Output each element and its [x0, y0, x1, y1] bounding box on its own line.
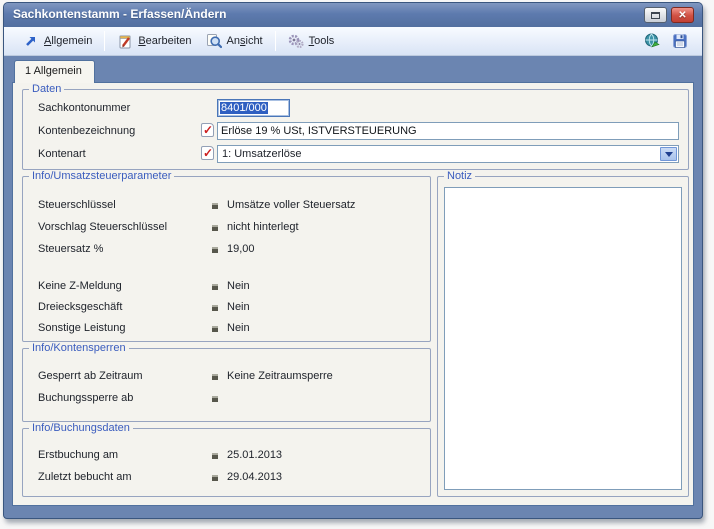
- toolbar: Allgemein Bearbeiten Ansicht Tools: [4, 27, 702, 56]
- info-label: Sonstige Leistung: [38, 322, 126, 334]
- info-value: Keine Zeitraumsperre: [227, 370, 333, 382]
- chevron-down-icon: [664, 151, 673, 157]
- magnifier-icon: [206, 33, 222, 49]
- menu-allgemein[interactable]: Allgemein: [16, 30, 99, 52]
- selected-text: 8401/000: [220, 102, 268, 114]
- info-label: Erstbuchung am: [38, 449, 119, 461]
- group-buchung-title: Info/Buchungsdaten: [29, 422, 133, 434]
- window-title: Sachkontenstamm - Erfassen/Ändern: [13, 7, 227, 21]
- bullet-icon: [212, 453, 218, 459]
- group-notiz: Notiz: [437, 170, 689, 497]
- info-value: Nein: [227, 301, 250, 313]
- info-label: Dreiecksgeschäft: [38, 301, 123, 313]
- info-label: Keine Z-Meldung: [38, 280, 122, 292]
- bullet-icon: [212, 203, 218, 209]
- menu-ansicht[interactable]: Ansicht: [199, 30, 270, 52]
- group-sperren-title: Info/Kontensperren: [29, 342, 129, 354]
- group-daten: Daten Sachkontonummer 8401/000 Kontenbez…: [22, 83, 689, 170]
- info-value: 29.04.2013: [227, 471, 283, 483]
- label-kontenbezeichnung: Kontenbezeichnung: [38, 125, 136, 137]
- info-label: Steuersatz %: [38, 243, 104, 255]
- close-icon: ✕: [678, 9, 687, 21]
- bullet-icon: [212, 396, 218, 402]
- bullet-icon: [212, 247, 218, 253]
- restore-icon: [651, 11, 660, 19]
- menu-bearbeiten[interactable]: Bearbeiten: [110, 30, 198, 52]
- label-kontenart: Kontenart: [38, 148, 86, 160]
- content-panel: Daten Sachkontonummer 8401/000 Kontenbez…: [12, 82, 694, 506]
- info-label: Gesperrt ab Zeitraum: [38, 370, 143, 382]
- close-button[interactable]: ✕: [671, 7, 694, 23]
- kontenart-dropdown[interactable]: 1: Umsatzerlöse: [217, 145, 679, 163]
- bullet-icon: [212, 374, 218, 380]
- label-sachkontonummer: Sachkontonummer: [38, 102, 131, 114]
- arrow-ne-icon: [23, 33, 39, 49]
- group-ust-title: Info/Umsatzsteuerparameter: [29, 170, 175, 182]
- app-window: Sachkontenstamm - Erfassen/Ändern ✕ Allg…: [3, 2, 703, 519]
- group-umsatzsteuerparameter: Info/Umsatzsteuerparameter Steuerschlüss…: [22, 170, 431, 342]
- group-buchungsdaten: Info/Buchungsdaten Erstbuchung am 25.01.…: [22, 422, 431, 497]
- kontenart-value: 1: Umsatzerlöse: [222, 148, 302, 160]
- info-value: Umsätze voller Steuersatz: [227, 199, 356, 211]
- kontenbezeichnung-input[interactable]: [217, 122, 679, 140]
- group-kontensperren: Info/Kontensperren Gesperrt ab Zeitraum …: [22, 342, 431, 422]
- bullet-icon: [212, 305, 218, 311]
- bullet-icon: [212, 475, 218, 481]
- bullet-icon: [212, 225, 218, 231]
- checkmark-icon[interactable]: [201, 123, 214, 137]
- toolbar-separator: [274, 31, 276, 51]
- notiz-textarea[interactable]: [444, 187, 682, 490]
- checkmark-icon[interactable]: [201, 146, 214, 160]
- info-label: Vorschlag Steuerschlüssel: [38, 221, 168, 233]
- info-value: nicht hinterlegt: [227, 221, 299, 233]
- info-label: Steuerschlüssel: [38, 199, 116, 211]
- toolbar-separator: [104, 31, 106, 51]
- menu-tools[interactable]: Tools: [281, 30, 342, 52]
- gears-icon: [288, 33, 304, 49]
- info-value: Nein: [227, 280, 250, 292]
- info-value: 25.01.2013: [227, 449, 283, 461]
- group-daten-title: Daten: [29, 83, 65, 95]
- edit-icon: [117, 33, 133, 49]
- globe-icon[interactable]: [644, 33, 660, 49]
- group-notiz-title: Notiz: [444, 170, 476, 182]
- save-icon[interactable]: [672, 33, 688, 49]
- sachkontonummer-input[interactable]: 8401/000: [217, 99, 290, 117]
- info-label: Zuletzt bebucht am: [38, 471, 132, 483]
- info-value: Nein: [227, 322, 250, 334]
- info-value: 19,00: [227, 243, 255, 255]
- tab-allgemein[interactable]: 1 Allgemein: [14, 60, 95, 83]
- screen: Sachkontenstamm - Erfassen/Ändern ✕ Allg…: [0, 0, 714, 529]
- restore-button[interactable]: [644, 7, 667, 23]
- tab-strip: 1 Allgemein Daten Sachkontonummer 8401/0…: [4, 56, 702, 518]
- bullet-icon: [212, 284, 218, 290]
- title-bar: Sachkontenstamm - Erfassen/Ändern ✕: [4, 3, 702, 27]
- info-label: Buchungssperre ab: [38, 392, 134, 404]
- dropdown-button[interactable]: [660, 147, 677, 161]
- bullet-icon: [212, 326, 218, 332]
